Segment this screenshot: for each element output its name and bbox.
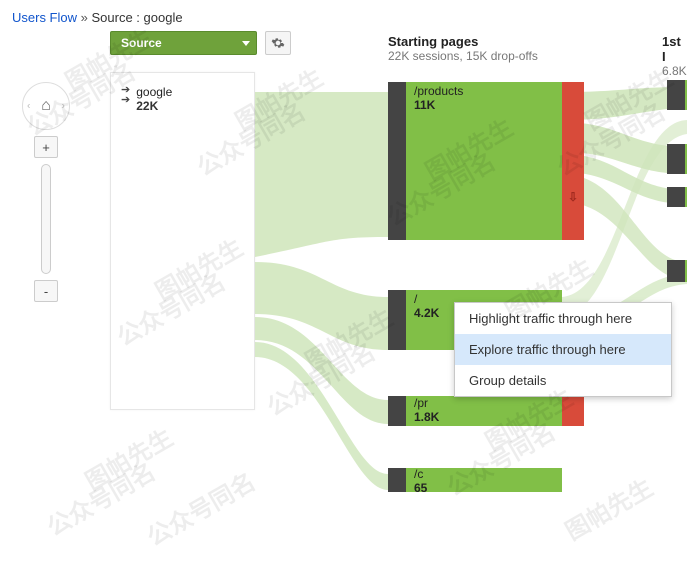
column-header-starting: Starting pages 22K sessions, 15K drop-of… — [388, 34, 538, 63]
breadcrumb-root[interactable]: Users Flow — [12, 10, 77, 25]
node-count: 11K — [414, 98, 463, 112]
dimension-dropdown-label: Source — [121, 36, 162, 50]
context-menu: Highlight traffic through here Explore t… — [454, 302, 672, 397]
dimension-dropdown[interactable]: Source — [110, 31, 257, 55]
dropoff-arrow-icon: ⇩ — [568, 190, 578, 204]
node-count: 65 — [414, 481, 427, 495]
breadcrumb-sep: » — [81, 10, 88, 25]
node-count: 4.2K — [414, 306, 439, 320]
node-count: 1.8K — [414, 410, 439, 424]
breadcrumb-current: Source : google — [92, 10, 183, 25]
column-title: 1st I — [662, 34, 687, 64]
gear-icon — [271, 36, 285, 50]
node-path: /c — [414, 467, 427, 481]
settings-button[interactable] — [265, 31, 291, 55]
node-path: /pr — [414, 396, 439, 410]
menu-group-details[interactable]: Group details — [455, 365, 671, 396]
column-title: Starting pages — [388, 34, 538, 49]
chevron-down-icon — [242, 41, 250, 46]
node-path: /products — [414, 84, 463, 98]
menu-explore-traffic[interactable]: Explore traffic through here — [455, 334, 671, 365]
node-path: / — [414, 292, 439, 306]
menu-highlight-traffic[interactable]: Highlight traffic through here — [455, 303, 671, 334]
column-subtitle: 22K sessions, 15K drop-offs — [388, 49, 538, 63]
